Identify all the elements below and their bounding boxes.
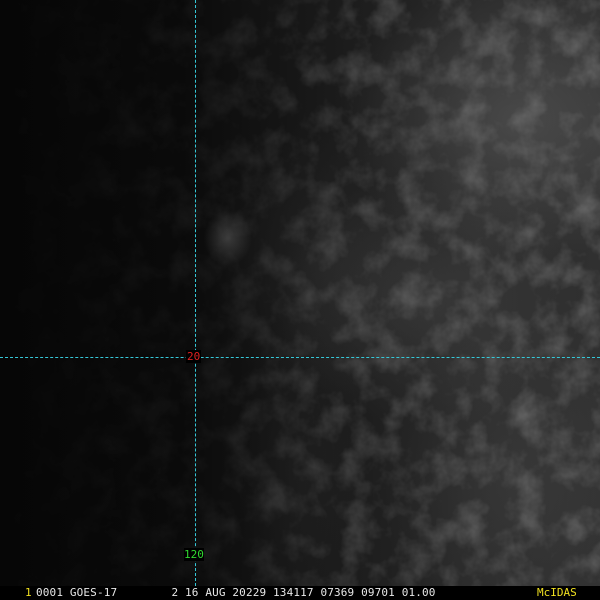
status-bar: 1 0001 GOES-17 2 16 AUG 20229 134117 073… — [0, 586, 600, 600]
satellite-image-viewport[interactable]: 20 120 1 0001 GOES-17 2 16 AUG 20229 134… — [0, 0, 600, 600]
mcidas-brand: McIDAS — [537, 586, 577, 599]
latitude-gridline — [0, 357, 600, 358]
cloud-texture — [0, 0, 600, 600]
latitude-label: 20 — [186, 350, 202, 363]
image-header-text: 0001 GOES-17 2 16 AUG 20229 134117 07369… — [36, 586, 436, 599]
longitude-label: 120 — [184, 548, 204, 561]
longitude-gridline — [195, 0, 196, 586]
frame-number: 1 — [25, 586, 32, 599]
